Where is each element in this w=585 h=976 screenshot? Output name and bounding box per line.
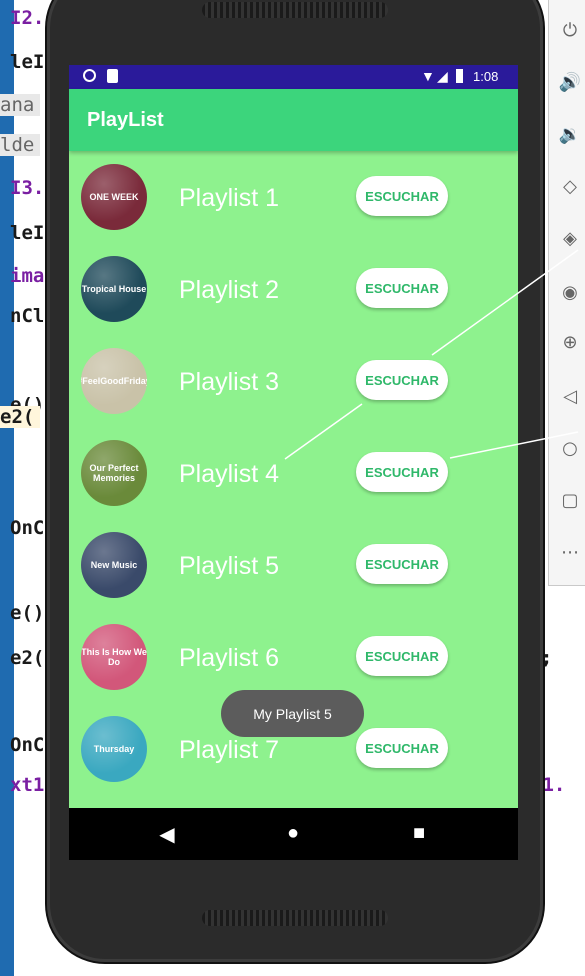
status-time: 1:08 (473, 69, 499, 84)
code-line: lde (0, 134, 40, 156)
playlist-cover: This Is How We Do (81, 624, 147, 690)
code-line: leI (10, 51, 45, 73)
camera-icon[interactable]: ◉ (557, 280, 583, 306)
code-line: I2. (10, 7, 45, 29)
escuchar-button[interactable]: ESCUCHAR (356, 636, 448, 676)
power-icon[interactable]: ⏻ (557, 18, 583, 44)
playlist-name: Playlist 4 (179, 460, 280, 488)
wifi-icon: ▼ (421, 68, 435, 84)
playlist-row: ONE WEEK Playlist 1 ESCUCHAR (69, 164, 518, 256)
rotate-right-icon[interactable]: ◈ (557, 226, 583, 252)
nav-recents-icon[interactable]: ■ (407, 822, 431, 845)
back-icon[interactable]: ◁ (557, 384, 583, 410)
more-icon[interactable]: ⋯ (557, 540, 583, 566)
status-bar: ▼ ◢ 1:08 (69, 65, 518, 89)
code-line: leI (10, 222, 45, 244)
code-line: xt1 (10, 774, 45, 796)
playlist-cover: Thursday (81, 716, 147, 782)
top-speaker (202, 2, 388, 18)
code-line: e2( (10, 647, 45, 669)
code-line: e() (10, 602, 45, 624)
signal-icon: ◢ (437, 68, 448, 84)
app-bar: PlayList (69, 89, 518, 151)
code-line: ima (10, 265, 45, 287)
playlist-cover: Tropical House (81, 256, 147, 322)
emulator-toolbar: ⏻ 🔊 🔉 ◇ ◈ ◉ ⊕ ◁ ○ ▢ ⋯ (548, 0, 585, 586)
playlist-row: Tropical House Playlist 2 ESCUCHAR (69, 256, 518, 348)
playlist-name: Playlist 7 (179, 736, 280, 764)
code-line: OnC (10, 517, 45, 539)
rotate-left-icon[interactable]: ◇ (557, 174, 583, 200)
code-line: nCl (10, 305, 45, 327)
playlist-row: New Music Playlist 5 ESCUCHAR (69, 532, 518, 624)
zoom-icon[interactable]: ⊕ (557, 330, 583, 356)
phone-screen: ▼ ◢ 1:08 PlayList ONE WEEK Playlist 1 ESCU… (69, 65, 518, 860)
nav-home-icon[interactable]: ● (281, 822, 305, 845)
playlist-name: Playlist 2 (179, 276, 280, 304)
battery-icon (456, 69, 463, 83)
playlist-row: #FeelGoodFriday Playlist 3 ESCUCHAR (69, 348, 518, 440)
playlist-cover: New Music (81, 532, 147, 598)
playlist-row: Our Perfect Memories Playlist 4 ESCUCHAR (69, 440, 518, 532)
escuchar-button[interactable]: ESCUCHAR (356, 452, 448, 492)
escuchar-button[interactable]: ESCUCHAR (356, 728, 448, 768)
playlist-name: Playlist 6 (179, 644, 280, 672)
playlist-name: Playlist 1 (179, 184, 280, 212)
app-title: PlayList (87, 109, 164, 131)
notification-icon (83, 69, 96, 82)
playlist-cover: ONE WEEK (81, 164, 147, 230)
toast-message: My Playlist 5 (221, 690, 364, 737)
overview-icon[interactable]: ▢ (557, 488, 583, 514)
nav-back-icon[interactable]: ◀ (155, 822, 179, 847)
sd-card-icon (107, 69, 118, 83)
navigation-bar: ◀ ● ■ (69, 808, 518, 860)
bottom-speaker (202, 910, 388, 926)
volume-down-icon[interactable]: 🔉 (557, 122, 583, 148)
escuchar-button[interactable]: ESCUCHAR (356, 544, 448, 584)
code-line: ana (0, 94, 40, 116)
escuchar-button[interactable]: ESCUCHAR (356, 360, 448, 400)
volume-up-icon[interactable]: 🔊 (557, 70, 583, 96)
code-line: e2( (0, 406, 40, 428)
playlist-cover: Our Perfect Memories (81, 440, 147, 506)
code-line: OnC (10, 734, 45, 756)
code-line: I3. (10, 177, 45, 199)
home-icon[interactable]: ○ (557, 436, 583, 462)
playlist-name: Playlist 3 (179, 368, 280, 396)
playlist-cover: #FeelGoodFriday (81, 348, 147, 414)
escuchar-button[interactable]: ESCUCHAR (356, 176, 448, 216)
escuchar-button[interactable]: ESCUCHAR (356, 268, 448, 308)
playlist-name: Playlist 5 (179, 552, 280, 580)
